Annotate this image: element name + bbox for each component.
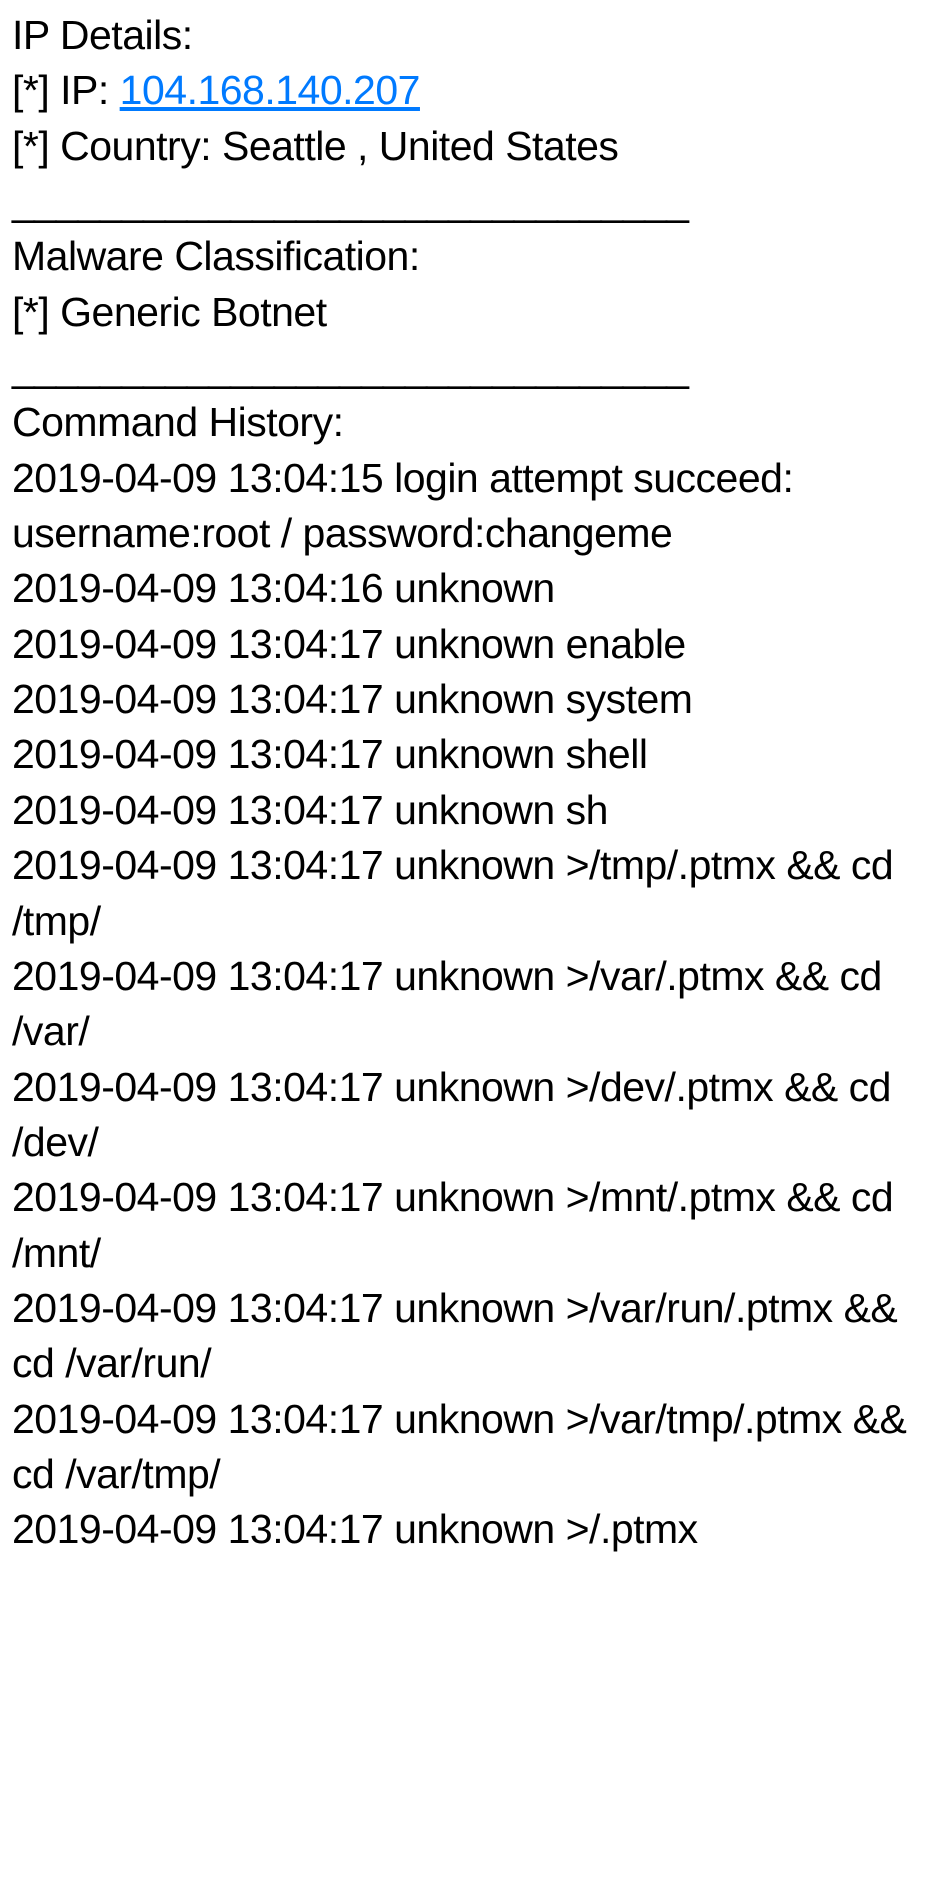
history-entry: 2019-04-09 13:04:16 unknown <box>12 561 939 616</box>
history-entry: 2019-04-09 13:04:17 unknown >/var/tmp/.p… <box>12 1392 939 1503</box>
malware-line: [*] Generic Botnet <box>12 285 939 340</box>
history-entry: 2019-04-09 13:04:17 unknown sh <box>12 783 939 838</box>
history-entry: 2019-04-09 13:04:17 unknown >/tmp/.ptmx … <box>12 838 939 949</box>
history-entry: 2019-04-09 13:04:17 unknown enable <box>12 617 939 672</box>
history-entry: 2019-04-09 13:04:17 unknown shell <box>12 727 939 782</box>
history-entry: 2019-04-09 13:04:17 unknown >/var/run/.p… <box>12 1281 939 1392</box>
divider: _______________________________ <box>12 174 939 229</box>
divider: _______________________________ <box>12 340 939 395</box>
ip-prefix: [*] IP: <box>12 67 120 113</box>
country-line: [*] Country: Seattle , United States <box>12 119 939 174</box>
malware-header: Malware Classification: <box>12 229 939 284</box>
ip-details-header: IP Details: <box>12 8 939 63</box>
history-entry: 2019-04-09 13:04:17 unknown >/var/.ptmx … <box>12 949 939 1060</box>
history-entry: 2019-04-09 13:04:17 unknown >/mnt/.ptmx … <box>12 1170 939 1281</box>
ip-line: [*] IP: 104.168.140.207 <box>12 63 939 118</box>
history-entry: 2019-04-09 13:04:17 unknown >/.ptmx <box>12 1502 939 1557</box>
history-entry: 2019-04-09 13:04:15 login attempt succee… <box>12 451 939 562</box>
history-entry: 2019-04-09 13:04:17 unknown >/dev/.ptmx … <box>12 1060 939 1171</box>
history-entry: 2019-04-09 13:04:17 unknown system <box>12 672 939 727</box>
ip-link[interactable]: 104.168.140.207 <box>120 67 420 113</box>
command-history-header: Command History: <box>12 395 939 450</box>
